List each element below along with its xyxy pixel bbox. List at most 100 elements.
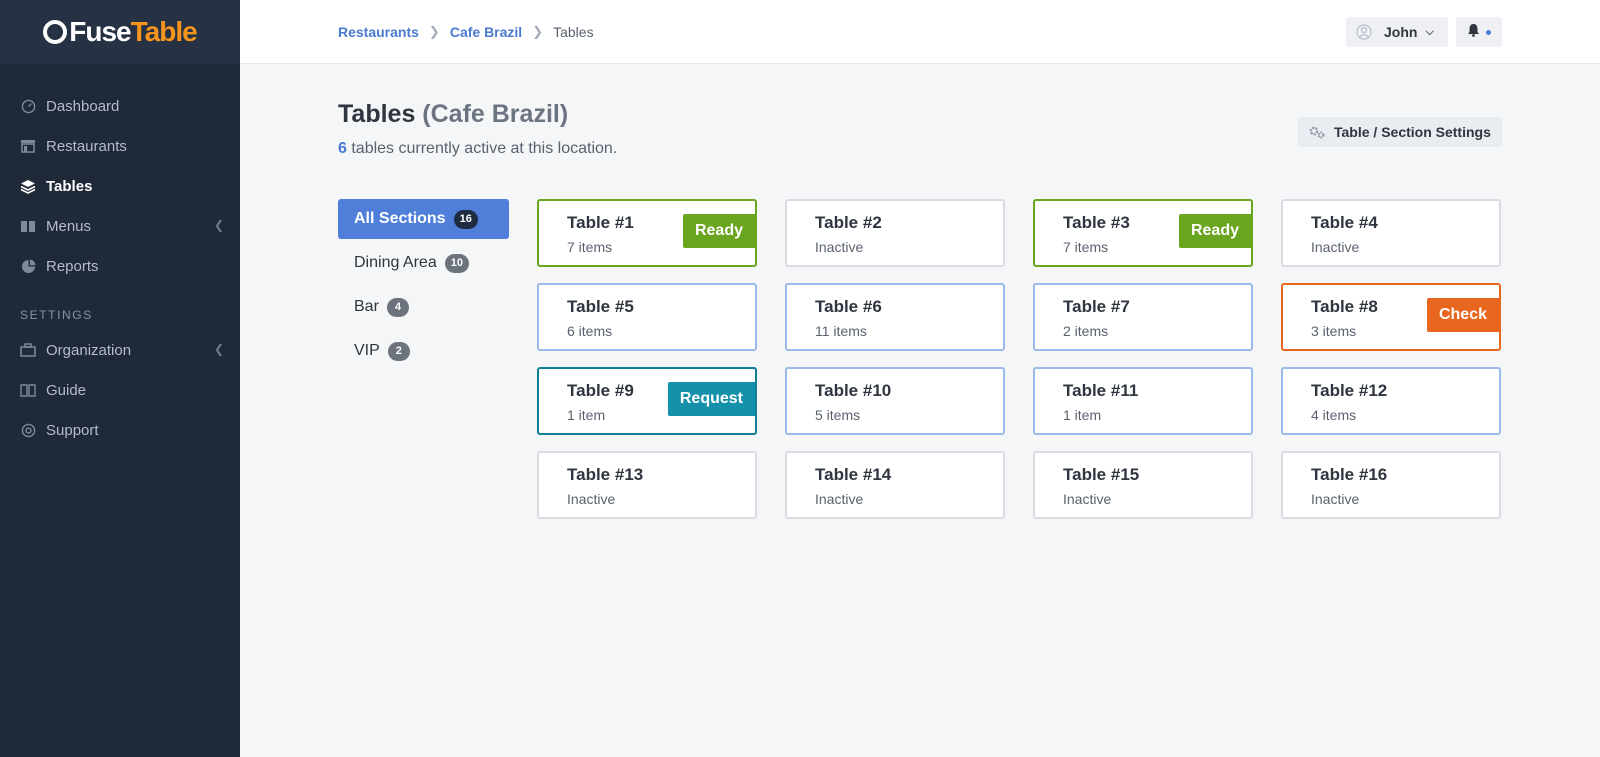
section-label: All Sections	[354, 210, 446, 227]
breadcrumb: Restaurants ❯ Cafe Brazil ❯ Tables	[338, 24, 594, 40]
table-name: Table #2	[815, 213, 882, 232]
table-item-count: Inactive	[1063, 491, 1112, 507]
table-name: Table #4	[1311, 213, 1378, 232]
page-title-location: (Cafe Brazil)	[422, 100, 569, 128]
sidebar: Fuse Table Dashboard Restaurants Tables	[0, 0, 240, 757]
table-card[interactable]: Table #3 7 items Ready	[1033, 199, 1253, 267]
notification-dot	[1486, 29, 1491, 35]
breadcrumb-cafe[interactable]: Cafe Brazil	[450, 24, 522, 40]
user-name: John	[1384, 24, 1418, 40]
table-card[interactable]: Table #2 Inactive	[785, 199, 1005, 267]
user-menu-button[interactable]: John ⌵	[1346, 17, 1448, 47]
page-title-main: Tables	[338, 100, 416, 128]
table-name: Table #16	[1311, 465, 1388, 484]
table-card[interactable]: Table #7 2 items	[1033, 283, 1253, 351]
table-item-count: 2 items	[1063, 323, 1109, 339]
table-item-count: Inactive	[815, 491, 864, 507]
table-card[interactable]: Table #1 7 items Ready	[537, 199, 757, 267]
table-status-badge: Ready	[1178, 214, 1251, 248]
table-section-settings-button[interactable]: Table / Section Settings	[1298, 117, 1502, 147]
nav-item-reports[interactable]: Reports	[0, 246, 240, 286]
table-name: Table #6	[815, 297, 882, 316]
brand-logo[interactable]: Fuse Table	[43, 16, 198, 48]
table-card[interactable]: Table #4 Inactive	[1281, 199, 1501, 267]
section-list: All Sections 16 Dining Area 10 Bar 4 VIP…	[338, 199, 509, 375]
breadcrumb-current: Tables	[553, 24, 594, 40]
nav-item-dashboard[interactable]: Dashboard	[0, 86, 240, 126]
settings-heading: SETTINGS	[20, 308, 93, 322]
table-item-count: 4 items	[1311, 407, 1357, 423]
chevron-right-icon: ❯	[428, 24, 440, 39]
table-card[interactable]: Table #6 11 items	[785, 283, 1005, 351]
table-card[interactable]: Table #12 4 items	[1281, 367, 1501, 435]
section-label: Bar	[354, 298, 379, 315]
layers-icon	[20, 178, 36, 194]
nav-item-label: Reports	[46, 257, 99, 275]
book-icon	[20, 218, 36, 234]
page-subtitle-text: tables currently active at this location…	[346, 140, 618, 157]
brand-part2: Table	[130, 16, 198, 47]
page-title: Tables (Cafe Brazil)	[338, 100, 568, 129]
nav-item-label: Restaurants	[46, 137, 127, 155]
table-name: Table #12	[1311, 381, 1388, 400]
chevron-left-icon: ❮	[213, 342, 224, 356]
table-item-count: Inactive	[815, 239, 864, 255]
table-name: Table #10	[815, 381, 892, 400]
bell-icon	[1467, 23, 1480, 42]
nav-item-tables[interactable]: Tables	[0, 166, 240, 206]
table-item-count: 11 items	[815, 323, 867, 339]
active-table-count: 6	[338, 140, 347, 157]
briefcase-icon	[20, 342, 36, 358]
page-subtitle: 6 tables currently active at this locati…	[338, 140, 617, 158]
table-status-badge: Check	[1426, 298, 1499, 332]
table-card[interactable]: Table #15 Inactive	[1033, 451, 1253, 519]
breadcrumb-restaurants[interactable]: Restaurants	[338, 24, 419, 40]
table-card[interactable]: Table #14 Inactive	[785, 451, 1005, 519]
notifications-button[interactable]	[1456, 17, 1502, 47]
logo-bar: Fuse Table	[0, 0, 240, 64]
table-name: Table #14	[815, 465, 892, 484]
table-card[interactable]: Table #11 1 item	[1033, 367, 1253, 435]
section-count-badge: 4	[386, 297, 409, 317]
section-label: VIP	[354, 342, 380, 359]
table-item-count: Inactive	[1311, 239, 1360, 255]
table-card[interactable]: Table #8 3 items Check	[1281, 283, 1501, 351]
section-dining-area[interactable]: Dining Area 10	[338, 243, 509, 283]
table-status-badge: Request	[667, 382, 755, 416]
nav-item-menus[interactable]: Menus ❮	[0, 206, 240, 246]
settings-button-label: Table / Section Settings	[1334, 124, 1491, 140]
guide-book-icon	[20, 382, 36, 398]
nav-item-label: Guide	[46, 381, 87, 399]
section-count-badge: 16	[453, 209, 478, 229]
section-vip[interactable]: VIP 2	[338, 331, 509, 371]
section-bar[interactable]: Bar 4	[338, 287, 509, 327]
tables-grid: Table #1 7 items Ready Table #2 Inactive Tabl…	[537, 199, 1501, 519]
table-card[interactable]: Table #5 6 items	[537, 283, 757, 351]
table-card[interactable]: Table #16 Inactive	[1281, 451, 1501, 519]
top-bar: Restaurants ❯ Cafe Brazil ❯ Tables John …	[240, 0, 1600, 64]
chevron-right-icon: ❯	[532, 24, 544, 39]
section-count-badge: 2	[387, 341, 410, 361]
table-card[interactable]: Table #9 1 item Request	[537, 367, 757, 435]
nav-item-organization[interactable]: Organization ❮	[0, 330, 240, 370]
table-name: Table #13	[567, 465, 644, 484]
table-name: Table #5	[567, 297, 634, 316]
nav-item-support[interactable]: Support	[0, 410, 240, 450]
gears-icon	[1308, 125, 1326, 139]
chevron-down-icon: ⌵	[1425, 25, 1434, 38]
table-card[interactable]: Table #13 Inactive	[537, 451, 757, 519]
lifebuoy-icon	[20, 422, 36, 438]
chevron-left-icon: ❮	[213, 218, 224, 232]
section-all[interactable]: All Sections 16	[338, 199, 509, 239]
gauge-icon	[20, 98, 36, 114]
nav-item-restaurants[interactable]: Restaurants	[0, 126, 240, 166]
table-name: Table #11	[1063, 381, 1139, 400]
nav-item-guide[interactable]: Guide	[0, 370, 240, 410]
table-card[interactable]: Table #10 5 items	[785, 367, 1005, 435]
section-label: Dining Area	[354, 254, 437, 271]
main-nav: Dashboard Restaurants Tables Menus ❮ Rep…	[0, 64, 240, 450]
table-item-count: Inactive	[567, 491, 616, 507]
store-icon	[20, 138, 36, 154]
user-avatar-icon	[1356, 24, 1372, 40]
nav-item-label: Tables	[46, 177, 93, 195]
